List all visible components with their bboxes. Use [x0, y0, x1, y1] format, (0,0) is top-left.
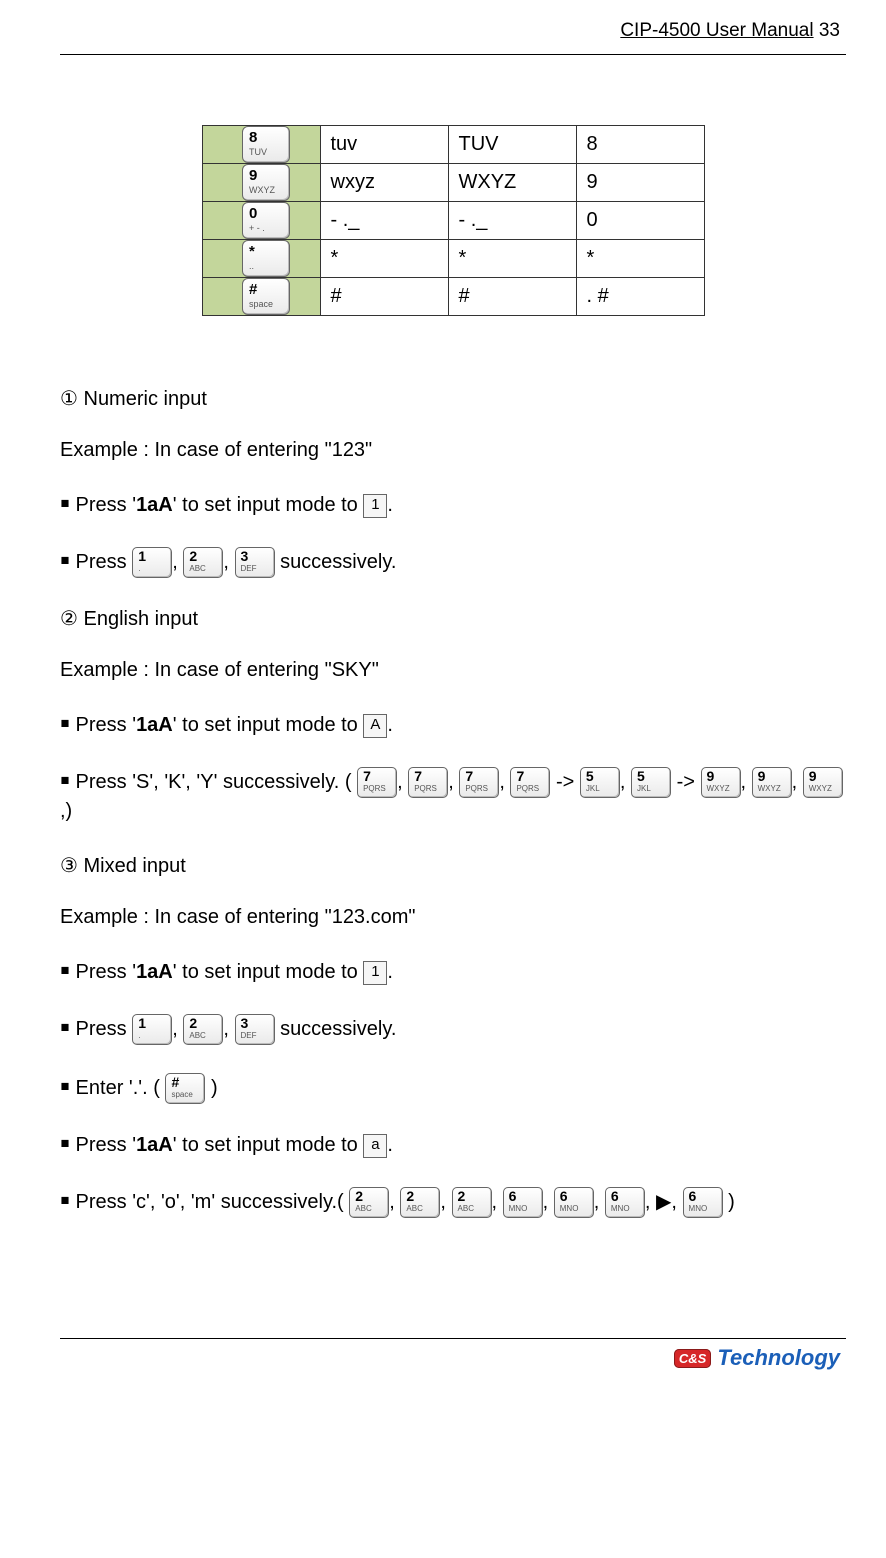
key-cell: #space: [202, 278, 320, 316]
table-row: *.. * * *: [202, 240, 704, 278]
key-7-icon: 7PQRS: [408, 767, 448, 798]
key-cell: 8TUV: [202, 126, 320, 164]
key-6-icon: 6MNO: [554, 1187, 594, 1218]
logo-text: Technology: [717, 1345, 840, 1371]
page-header: CIP-4500 User Manual 33: [60, 20, 846, 46]
step: ￭ Enter '.'. ( #space ): [60, 1073, 846, 1104]
cell-num: 8: [576, 126, 704, 164]
step: ￭ Press '1aA' to set input mode to 1.: [60, 492, 846, 519]
key-2-icon: 2ABC: [452, 1187, 492, 1218]
key-7-icon: 7PQRS: [459, 767, 499, 798]
key-2-icon: 2ABC: [183, 547, 223, 578]
mode-1-icon: 1: [363, 961, 387, 985]
key-7-icon: 7PQRS: [357, 767, 397, 798]
key-7-icon: 7PQRS: [510, 767, 550, 798]
key-3-icon: 3DEF: [235, 1014, 275, 1045]
mode-a-icon: a: [363, 1134, 387, 1158]
example-3: Example : In case of entering "123.com": [60, 904, 846, 931]
key-1-icon: 1.: [132, 1014, 172, 1045]
key-5-icon: 5JKL: [580, 767, 620, 798]
table-row: 0+ - . - ._ - ._ 0: [202, 202, 704, 240]
key-cell: 0+ - .: [202, 202, 320, 240]
key-9-icon: 9WXYZ: [701, 767, 741, 798]
key-table: 8TUV tuv TUV 8 9WXYZ wxyz WXYZ 9 0+ - . …: [202, 125, 705, 316]
mode-1-icon: 1: [363, 494, 387, 518]
step: ￭ Press 'c', 'o', 'm' successively.( 2AB…: [60, 1187, 846, 1218]
page-number: 33: [819, 20, 840, 41]
key-6-icon: 6MNO: [683, 1187, 723, 1218]
section-2-heading: ② English input: [60, 606, 846, 631]
section-1-heading: ① Numeric input: [60, 386, 846, 411]
table-row: 8TUV tuv TUV 8: [202, 126, 704, 164]
step: ￭ Press '1aA' to set input mode to A.: [60, 712, 846, 739]
table-row: #space # # . #: [202, 278, 704, 316]
logo-badge: C&S: [674, 1349, 711, 1368]
key-2-icon: 2ABC: [349, 1187, 389, 1218]
section-3-heading: ③ Mixed input: [60, 853, 846, 878]
content: 8TUV tuv TUV 8 9WXYZ wxyz WXYZ 9 0+ - . …: [60, 125, 846, 1218]
key-2-icon: 2ABC: [400, 1187, 440, 1218]
header-rule: [60, 54, 846, 55]
footer-logo: C&S Technology: [60, 1345, 846, 1371]
key-9-icon: 9WXYZ: [803, 767, 843, 798]
key-5-icon: 5JKL: [631, 767, 671, 798]
key-6-icon: 6MNO: [503, 1187, 543, 1218]
cell-upper: TUV: [448, 126, 576, 164]
footer-rule: [60, 1338, 846, 1339]
key-cell: *..: [202, 240, 320, 278]
right-arrow-icon: ▶: [656, 1191, 671, 1213]
step: ￭ Press '1aA' to set input mode to 1.: [60, 959, 846, 986]
example-1: Example : In case of entering "123": [60, 437, 846, 464]
step: ￭ Press 1., 2ABC, 3DEF successively.: [60, 1014, 846, 1045]
key-3-icon: 3DEF: [235, 547, 275, 578]
key-9-icon: 9WXYZ: [752, 767, 792, 798]
step: ￭ Press 'S', 'K', 'Y' successively. ( 7P…: [60, 767, 846, 825]
example-2: Example : In case of entering "SKY": [60, 657, 846, 684]
step: ￭ Press '1aA' to set input mode to a.: [60, 1132, 846, 1159]
cell-lower: tuv: [320, 126, 448, 164]
key-6-icon: 6MNO: [605, 1187, 645, 1218]
step: ￭ Press 1., 2ABC, 3DEF successively.: [60, 547, 846, 578]
key-hash-icon: #space: [165, 1073, 205, 1104]
key-2-icon: 2ABC: [183, 1014, 223, 1045]
manual-title: CIP-4500 User Manual: [620, 20, 813, 41]
page: CIP-4500 User Manual 33 8TUV tuv TUV 8 9…: [0, 0, 886, 1391]
table-row: 9WXYZ wxyz WXYZ 9: [202, 164, 704, 202]
mode-A-icon: A: [363, 714, 387, 738]
key-cell: 9WXYZ: [202, 164, 320, 202]
key-1-icon: 1.: [132, 547, 172, 578]
